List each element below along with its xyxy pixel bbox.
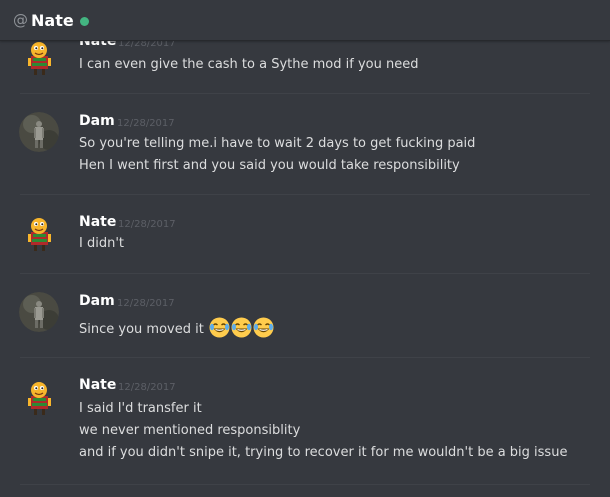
message-text: and if you didn't snipe it, trying to re…: [79, 445, 568, 460]
message-author[interactable]: Nate: [79, 377, 116, 393]
nate-avatar[interactable]: [19, 36, 59, 76]
message-divider: [20, 93, 590, 94]
dam-avatar[interactable]: [19, 292, 59, 332]
message-timestamp: 12/28/2017: [117, 298, 175, 309]
message-text: Since you moved it: [79, 322, 204, 337]
message-divider: [20, 484, 590, 485]
message-text: Hen I went first and you said you would …: [79, 158, 460, 173]
message-timestamp: 12/28/2017: [117, 118, 175, 129]
message-text: I didn't: [79, 236, 124, 251]
message-text: we never mentioned responsiblity: [79, 423, 301, 438]
message-divider: [20, 357, 590, 358]
joy-emoji[interactable]: [253, 317, 274, 338]
nate-avatar[interactable]: [19, 376, 59, 416]
joy-emoji[interactable]: [209, 317, 230, 338]
channel-name[interactable]: Nate: [31, 11, 74, 30]
message-timestamp: 12/28/2017: [118, 382, 176, 393]
joy-emoji[interactable]: [231, 317, 252, 338]
online-status-icon: [79, 16, 89, 26]
nate-avatar[interactable]: [19, 212, 59, 252]
dam-avatar[interactable]: [19, 112, 59, 152]
message-text: I can even give the cash to a Sythe mod …: [79, 57, 419, 72]
message-timestamp: 12/28/2017: [118, 219, 176, 230]
message-text: So you're telling me.i have to wait 2 da…: [79, 136, 476, 151]
message-text-with-emoji: Since you moved it: [79, 317, 274, 338]
at-icon: @: [13, 11, 28, 29]
message-text: I said I'd transfer it: [79, 401, 202, 416]
message-divider: [20, 273, 590, 274]
message-author[interactable]: Dam: [79, 113, 115, 129]
message-author[interactable]: Dam: [79, 293, 115, 309]
message-list[interactable]: Nate 12/28/2017 I can even give the cash…: [0, 0, 610, 497]
channel-header: @ Nate: [0, 0, 610, 41]
message-divider: [20, 194, 590, 195]
message-author[interactable]: Nate: [79, 214, 116, 230]
